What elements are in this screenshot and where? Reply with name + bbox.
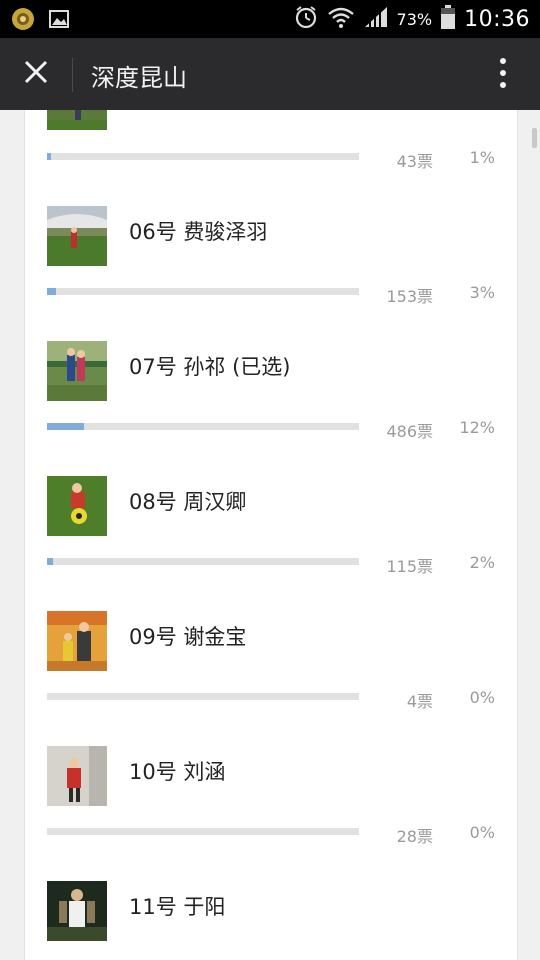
vote-percent: 1%: [469, 148, 495, 167]
status-left: [10, 6, 70, 36]
status-bar: 73% 10:36: [0, 0, 540, 38]
entry-name: 09号 谢金宝: [129, 625, 247, 649]
app-notification-icon: [10, 6, 36, 36]
vote-list-page[interactable]: 43票 1% 06号 费骏泽羽 153票 3% 07号 孙祁 (已选) 486票…: [0, 110, 540, 960]
vote-percent: 0%: [469, 823, 495, 842]
vote-count: 115票: [386, 557, 433, 576]
entry-name: 08号 周汉卿: [129, 490, 247, 514]
battery-percent: 73%: [396, 9, 433, 29]
vote-progress-fill: [47, 288, 57, 295]
gallery-icon: [48, 8, 70, 34]
more-button[interactable]: [488, 56, 518, 94]
vote-progress-fill: [47, 423, 85, 430]
vote-percent: 12%: [459, 418, 495, 437]
vote-list-card: 43票 1% 06号 费骏泽羽 153票 3% 07号 孙祁 (已选) 486票…: [24, 110, 518, 960]
vote-progress-fill: [47, 558, 54, 565]
entry-photo[interactable]: [47, 881, 107, 941]
page-title: 深度昆山: [91, 64, 187, 92]
vote-count: 4票: [406, 692, 433, 711]
vote-percent: 0%: [469, 688, 495, 707]
entry-photo[interactable]: [47, 341, 107, 401]
entry-photo[interactable]: [47, 746, 107, 806]
vote-progress-bar: [47, 153, 359, 160]
vote-progress-bar: [47, 693, 359, 700]
vote-count: 153票: [386, 287, 433, 306]
battery-icon: [440, 4, 456, 34]
more-vertical-icon: [499, 57, 507, 93]
vote-progress-bar: [47, 288, 359, 295]
scrollbar[interactable]: [532, 128, 537, 148]
entry-name: 10号 刘涵: [129, 760, 226, 784]
vote-progress-bar: [47, 558, 359, 565]
vote-progress-bar: [47, 828, 359, 835]
close-icon: [23, 59, 49, 89]
vote-count: 486票: [386, 422, 433, 441]
signal-icon: [363, 5, 389, 33]
entry-photo[interactable]: [47, 476, 107, 536]
status-right: 73% 10:36: [293, 0, 530, 38]
entry-name: 06号 费骏泽羽: [129, 220, 268, 244]
vote-percent: 3%: [469, 283, 495, 302]
vote-count: 43票: [396, 152, 433, 171]
clock: 10:36: [464, 6, 530, 32]
vote-progress-bar: [47, 423, 359, 430]
close-button[interactable]: [16, 54, 56, 94]
entry-photo[interactable]: [47, 110, 107, 130]
vote-percent: 2%: [469, 553, 495, 572]
entry-photo[interactable]: [47, 206, 107, 266]
vote-progress-fill: [47, 153, 52, 160]
vote-count: 28票: [396, 827, 433, 846]
title-bar: 深度昆山: [0, 38, 540, 110]
wifi-icon: [327, 5, 355, 33]
entry-photo[interactable]: [47, 611, 107, 671]
entry-name: 07号 孙祁 (已选): [129, 355, 291, 379]
entry-name: 11号 于阳: [129, 895, 226, 919]
title-divider: [72, 58, 73, 92]
alarm-icon: [293, 4, 319, 34]
